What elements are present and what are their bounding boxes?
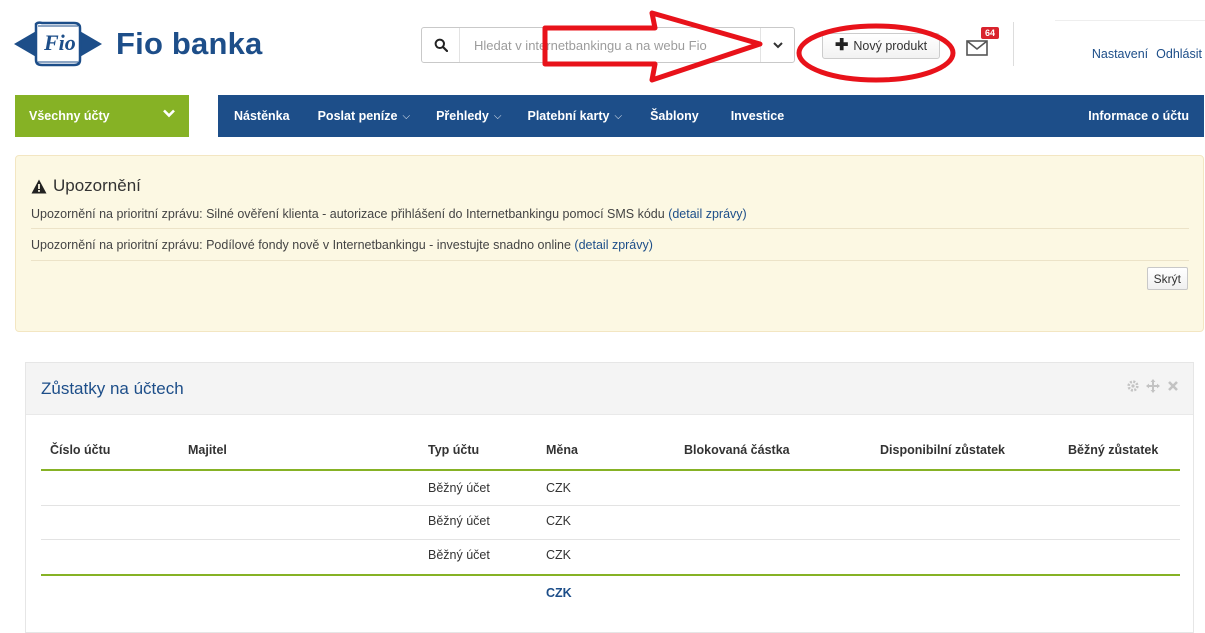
message-detail-link[interactable]: (detail zprávy): [574, 238, 653, 252]
account-type-cell: Běžný účet: [428, 548, 490, 562]
new-product-button[interactable]: ✚ Nový produkt: [822, 33, 941, 59]
divider: [31, 260, 1189, 261]
messages-button[interactable]: 64: [966, 27, 1000, 62]
total-divider: [41, 574, 1180, 576]
column-header-current-balance[interactable]: Běžný zůstatek: [1068, 443, 1158, 457]
account-type-cell: Běžný účet: [428, 514, 490, 528]
chevron-down-icon: ⌵: [614, 110, 623, 122]
close-icon[interactable]: [1165, 378, 1181, 394]
account-type-cell: Běžný účet: [428, 481, 490, 495]
currency-cell: CZK: [546, 548, 571, 562]
gear-icon[interactable]: [1125, 378, 1141, 394]
move-icon[interactable]: [1145, 378, 1161, 394]
column-header-account-number[interactable]: Číslo účtu: [50, 443, 110, 457]
chevron-down-icon[interactable]: [760, 28, 794, 62]
panel-title: Zůstatky na účtech: [41, 379, 184, 398]
top-links: Nastavení Odhlásit: [1092, 47, 1202, 61]
hide-alert-button[interactable]: Skrýt: [1146, 267, 1188, 290]
nav-item-label: Přehledy: [436, 109, 489, 123]
alert-message-text: Upozornění na prioritní zprávu: Silné ov…: [31, 207, 665, 221]
chevron-down-icon: ⌵: [402, 110, 411, 122]
nav-item-overviews[interactable]: Přehledy ⌵: [436, 109, 501, 123]
panel-tools: [1125, 378, 1181, 394]
row-divider: [41, 505, 1180, 506]
nav-item-dashboard[interactable]: Nástěnka: [234, 109, 290, 123]
settings-link[interactable]: Nastavení: [1092, 47, 1148, 61]
search-input[interactable]: [460, 28, 760, 62]
alert-message-text: Upozornění na prioritní zprávu: Podílové…: [31, 238, 571, 252]
alert-title: Upozornění: [31, 176, 141, 196]
alert-title-text: Upozornění: [53, 176, 141, 195]
column-header-currency[interactable]: Měna: [546, 443, 578, 457]
nav-item-send-money[interactable]: Poslat peníze ⌵: [318, 109, 410, 123]
nav-item-label: Šablony: [650, 109, 699, 123]
header-divider: [41, 469, 1180, 471]
priority-alert: Upozornění Upozornění na prioritní zpráv…: [15, 155, 1204, 332]
warning-icon: [31, 179, 47, 193]
currency-cell: CZK: [546, 481, 571, 495]
header-divider: [1013, 22, 1014, 66]
nav-item-label: Poslat peníze: [317, 109, 398, 123]
currency-cell: CZK: [546, 514, 571, 528]
nav-item-payment-cards[interactable]: Platební karty ⌵: [527, 109, 622, 123]
plus-icon: ✚: [835, 37, 849, 54]
mail-icon: [966, 40, 988, 56]
nav-item-label: Platební karty: [527, 109, 610, 123]
search-icon[interactable]: [422, 28, 460, 62]
column-header-blocked-amount[interactable]: Blokovaná částka: [684, 443, 790, 457]
chevron-down-icon: ⌵: [493, 110, 502, 122]
row-divider: [41, 539, 1180, 540]
header-rule: [1055, 20, 1205, 21]
nav-item-label: Investice: [730, 109, 785, 123]
new-product-label: Nový produkt: [853, 39, 928, 53]
mail-count-badge: 64: [981, 27, 1000, 39]
brand-name: Fio banka: [116, 26, 263, 61]
search-box[interactable]: [421, 27, 795, 63]
fio-logo[interactable]: Fio Fio banka: [14, 18, 263, 70]
total-currency-cell: CZK: [546, 586, 572, 600]
alert-message: Upozornění na prioritní zprávu: Silné ov…: [31, 207, 747, 221]
nav-item-label: Informace o účtu: [1088, 109, 1189, 123]
message-detail-link[interactable]: (detail zprávy): [668, 207, 747, 221]
accounts-selector-label: Všechny účty: [29, 109, 110, 123]
accounts-selector[interactable]: Všechny účty: [15, 95, 189, 137]
logo-mark-text: Fio: [44, 30, 76, 55]
nav-item-investments[interactable]: Investice: [731, 109, 785, 123]
column-header-account-type[interactable]: Typ účtu: [428, 443, 479, 457]
main-nav: Nástěnka Poslat peníze ⌵ Přehledy ⌵ Plateb…: [218, 95, 1204, 137]
nav-item-label: Nástěnka: [234, 109, 290, 123]
panel-header: Zůstatky na účtech: [26, 363, 1193, 415]
divider: [31, 228, 1189, 229]
balances-panel: Zůstatky na účtech Číslo účtu Majitel Ty…: [25, 362, 1194, 633]
nav-item-account-info[interactable]: Informace o účtu: [1088, 109, 1189, 123]
logout-link[interactable]: Odhlásit: [1156, 47, 1202, 61]
alert-message: Upozornění na prioritní zprávu: Podílové…: [31, 238, 653, 252]
column-header-available-balance[interactable]: Disponibilní zůstatek: [880, 443, 1005, 457]
column-header-owner[interactable]: Majitel: [188, 443, 227, 457]
nav-item-templates[interactable]: Šablony: [650, 109, 699, 123]
chevron-down-icon: [163, 109, 175, 118]
